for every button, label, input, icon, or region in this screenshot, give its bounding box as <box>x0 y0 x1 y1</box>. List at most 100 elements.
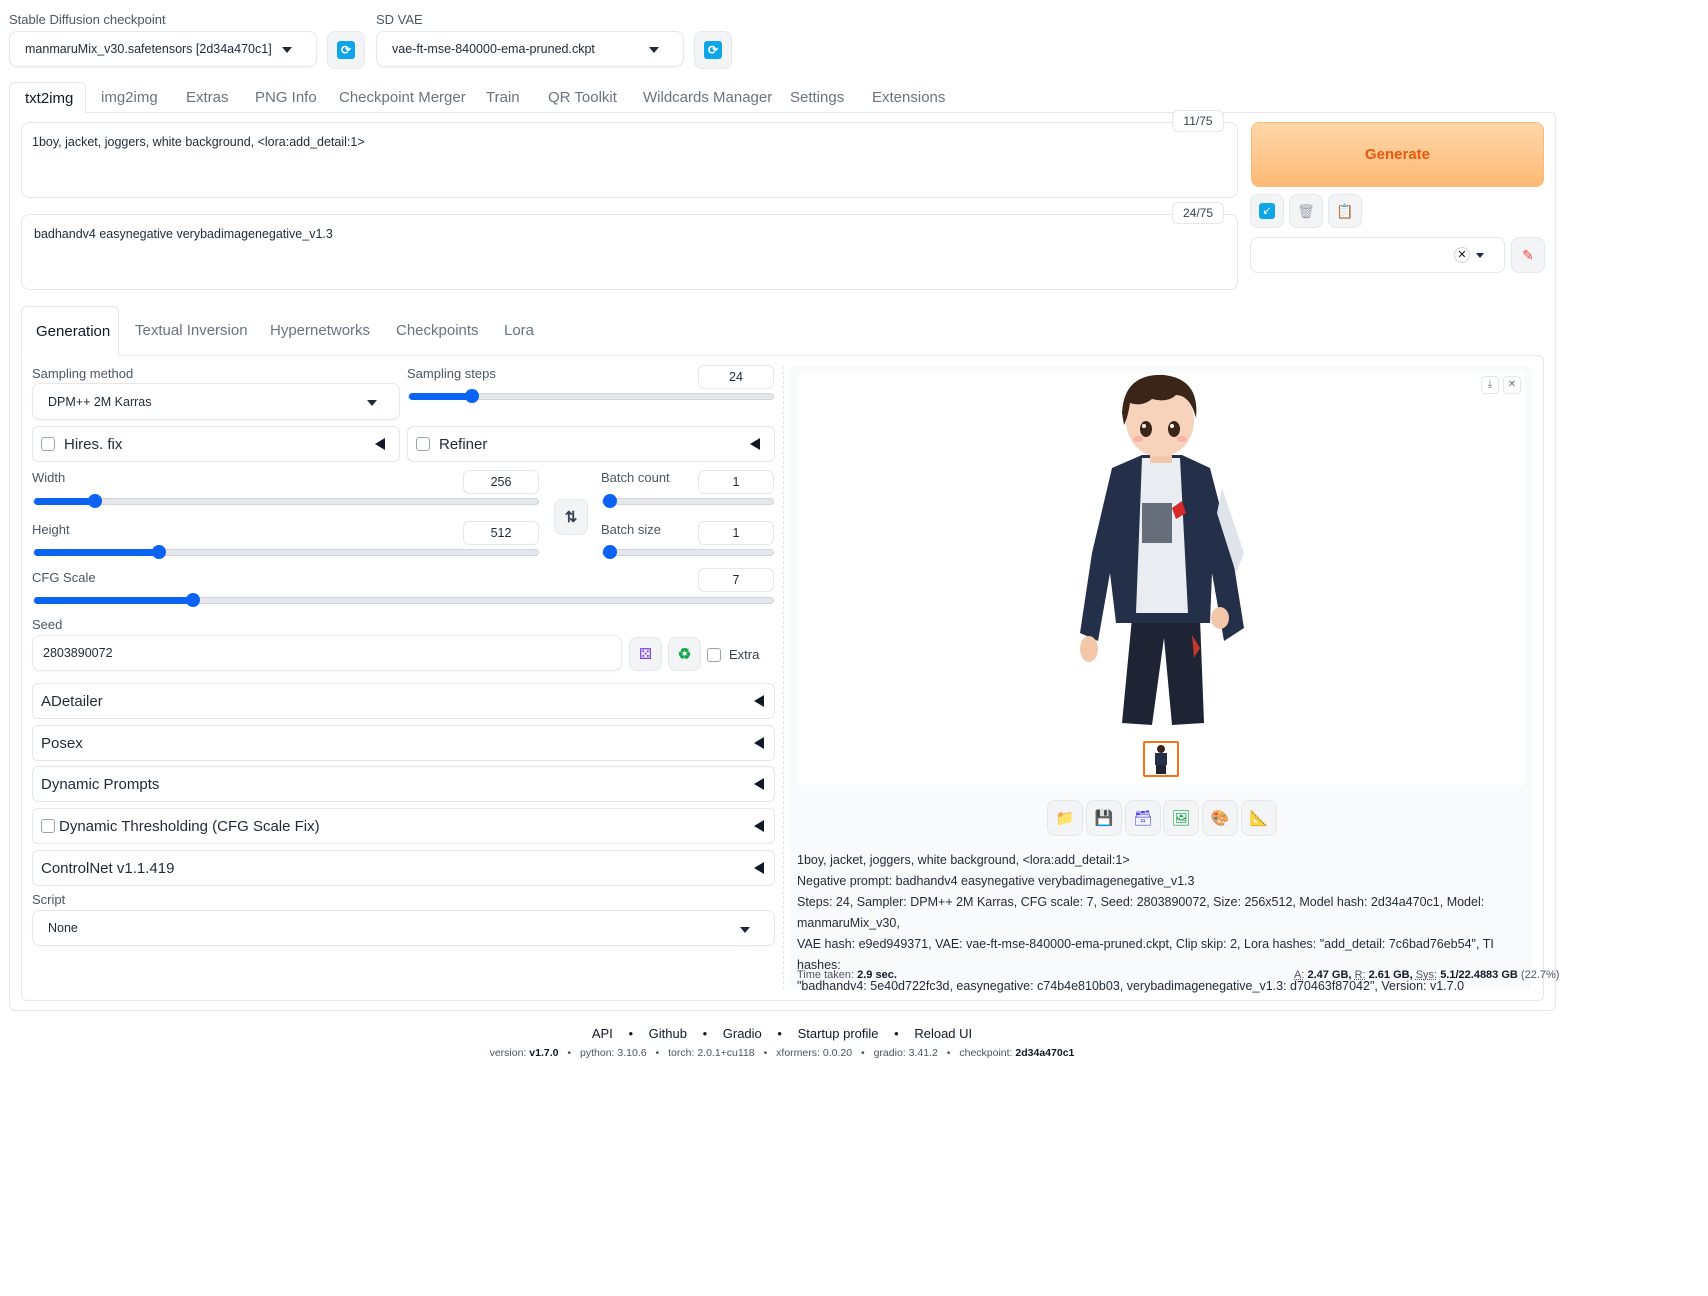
batch-size-label: Batch size <box>601 522 661 537</box>
collapse-arrow-icon <box>754 778 764 790</box>
tab-textual-inversion[interactable]: Textual Inversion <box>135 322 248 339</box>
reuse-seed-button[interactable]: ♻ <box>668 637 701 671</box>
batch-count-input[interactable]: 1 <box>698 470 774 494</box>
controlnet-accordion[interactable]: ControlNet v1.1.419 <box>32 850 775 886</box>
zip-button[interactable]: 🗃 <box>1125 800 1161 836</box>
tab-extensions[interactable]: Extensions <box>872 89 945 106</box>
dynamic-thresholding-accordion[interactable]: Dynamic Thresholding (CFG Scale Fix) <box>32 808 775 844</box>
prompt-input[interactable]: 1boy, jacket, joggers, white background,… <box>21 122 1238 198</box>
footer-link-api[interactable]: API <box>592 1026 613 1041</box>
tab-settings[interactable]: Settings <box>790 89 844 106</box>
batch-count-label: Batch count <box>601 470 670 485</box>
open-folder-button[interactable]: 📁 <box>1047 800 1083 836</box>
refiner-checkbox[interactable] <box>416 437 430 451</box>
batch-size-input[interactable]: 1 <box>698 521 774 545</box>
height-input[interactable]: 512 <box>463 521 539 545</box>
thumbnail-image <box>1155 745 1167 774</box>
width-label: Width <box>32 470 66 485</box>
checkpoint-refresh-button[interactable]: ⟳ <box>327 31 365 69</box>
tab-hypernetworks[interactable]: Hypernetworks <box>270 322 370 339</box>
cfg-scale-input[interactable]: 7 <box>698 568 774 592</box>
tab-checkpoints[interactable]: Checkpoints <box>396 322 479 339</box>
send-to-extras-button[interactable]: 📐 <box>1241 800 1277 836</box>
script-dropdown[interactable]: None <box>32 910 775 946</box>
dice-icon: ⚄ <box>638 646 653 663</box>
tab-checkpoint-merger[interactable]: Checkpoint Merger <box>339 89 466 106</box>
recycle-icon: ♻ <box>677 646 692 663</box>
width-input[interactable]: 256 <box>463 470 539 494</box>
close-icon[interactable]: ✕ <box>1454 247 1470 263</box>
adetailer-accordion[interactable]: ADetailer <box>32 683 775 719</box>
ruler-icon: 📐 <box>1249 810 1269 827</box>
trash-icon: 🗑 <box>1297 202 1315 219</box>
edit-styles-button[interactable]: ✎ <box>1511 237 1545 273</box>
download-icon[interactable]: ⤓ <box>1481 376 1499 394</box>
seed-label: Seed <box>32 617 63 632</box>
seed-input[interactable]: 2803890072 <box>32 635 622 671</box>
height-slider[interactable] <box>33 545 539 559</box>
footer-versions: version: v1.7.0 • python: 3.10.6 • torch… <box>489 1047 1075 1059</box>
clipboard-icon: 📋 <box>1336 202 1354 219</box>
batch-count-slider[interactable] <box>602 494 774 508</box>
tab-generation[interactable]: Generation <box>21 306 119 356</box>
sampling-method-label: Sampling method <box>32 366 134 381</box>
extra-seed-label: Extra <box>729 647 760 662</box>
vae-dropdown[interactable]: vae-ft-mse-840000-ema-pruned.ckpt <box>376 31 684 67</box>
clear-prompt-button[interactable]: 🗑 <box>1289 194 1323 228</box>
styles-dropdown[interactable]: ✕ <box>1250 237 1505 273</box>
negative-prompt-input[interactable]: badhandv4 easynegative verybadimagenegat… <box>21 214 1238 290</box>
dynamic-prompts-accordion[interactable]: Dynamic Prompts <box>32 766 775 802</box>
random-seed-button[interactable]: ⚄ <box>629 637 662 671</box>
memory-usage: A: 2.47 GB, R: 2.61 GB, Sys: 5.1/22.4883… <box>1294 969 1560 981</box>
sampling-steps-label: Sampling steps <box>407 366 496 381</box>
tab-txt2img[interactable]: txt2img <box>9 82 86 113</box>
swap-icon: ⇅ <box>564 509 578 526</box>
batch-size-slider[interactable] <box>602 545 774 559</box>
collapse-arrow-icon <box>750 438 760 450</box>
hires-fix-checkbox[interactable] <box>41 437 55 451</box>
swap-dimensions-button[interactable]: ⇅ <box>554 499 588 535</box>
tab-lora[interactable]: Lora <box>504 322 534 339</box>
styles-button[interactable]: 📋 <box>1328 194 1362 228</box>
save-button[interactable]: 💾 <box>1086 800 1122 836</box>
refresh-icon: ⟳ <box>704 41 722 59</box>
paste-params-button[interactable]: ↙ <box>1250 194 1284 228</box>
sampling-method-dropdown[interactable]: DPM++ 2M Karras <box>32 383 400 420</box>
refresh-icon: ⟳ <box>337 41 355 59</box>
checkpoint-label: Stable Diffusion checkpoint <box>9 12 166 27</box>
tab-qr-toolkit[interactable]: QR Toolkit <box>548 89 617 106</box>
close-icon[interactable]: ✕ <box>1503 376 1521 394</box>
sampling-steps-slider[interactable] <box>408 389 774 403</box>
footer-link-github[interactable]: Github <box>649 1026 687 1041</box>
checkpoint-value: manmaruMix_v30.safetensors [2d34a470c1] <box>25 42 272 56</box>
width-slider[interactable] <box>33 494 539 508</box>
thumbnail[interactable] <box>1143 741 1179 777</box>
checkpoint-dropdown[interactable]: manmaruMix_v30.safetensors [2d34a470c1] <box>9 31 317 67</box>
footer-link-gradio[interactable]: Gradio <box>723 1026 762 1041</box>
refiner-accordion[interactable]: Refiner <box>407 426 775 462</box>
footer-link-startup-profile[interactable]: Startup profile <box>798 1026 879 1041</box>
save-icon: 💾 <box>1094 810 1114 827</box>
chevron-down-icon <box>367 400 377 406</box>
sampling-steps-input[interactable]: 24 <box>698 365 774 389</box>
cfg-scale-slider[interactable] <box>33 593 774 607</box>
generate-button[interactable]: Generate <box>1251 122 1544 187</box>
send-to-inpaint-button[interactable]: 🎨 <box>1202 800 1238 836</box>
dynamic-thresholding-checkbox[interactable] <box>41 819 55 833</box>
palette-icon: 🎨 <box>1210 810 1230 827</box>
posex-accordion[interactable]: Posex <box>32 725 775 761</box>
tab-train[interactable]: Train <box>486 89 520 106</box>
footer-link-reload-ui[interactable]: Reload UI <box>914 1026 972 1041</box>
tab-extras[interactable]: Extras <box>186 89 229 106</box>
chevron-down-icon <box>649 47 659 53</box>
hires-fix-accordion[interactable]: Hires. fix <box>32 426 400 462</box>
image-icon: 🖼 <box>1171 810 1191 827</box>
brush-icon: ✎ <box>1522 246 1534 263</box>
tab-png-info[interactable]: PNG Info <box>255 89 317 106</box>
extra-seed-checkbox[interactable] <box>707 647 721 662</box>
vae-refresh-button[interactable]: ⟳ <box>694 31 732 69</box>
tab-img2img[interactable]: img2img <box>101 89 158 106</box>
tab-wildcards-manager[interactable]: Wildcards Manager <box>643 89 772 106</box>
generated-image[interactable] <box>1072 373 1250 730</box>
send-to-img2img-button[interactable]: 🖼 <box>1163 800 1199 836</box>
